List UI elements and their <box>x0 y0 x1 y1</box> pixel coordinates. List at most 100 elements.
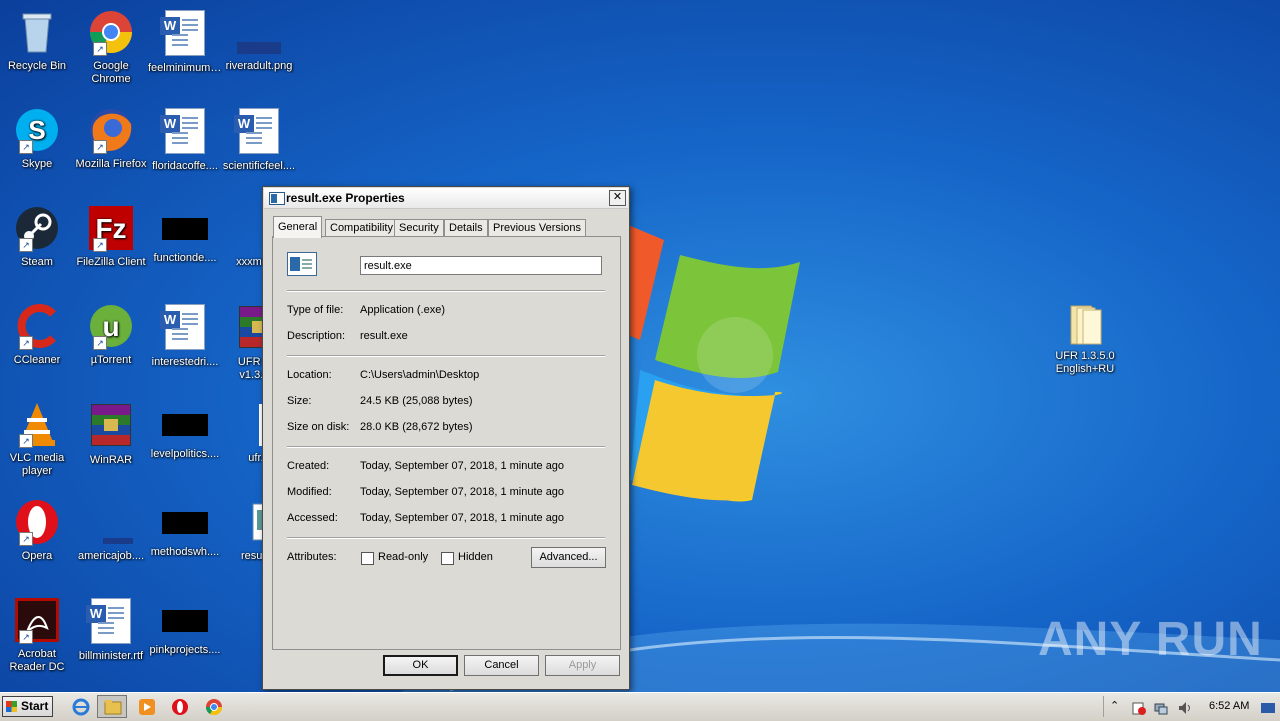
hidden-checkbox[interactable] <box>441 552 454 565</box>
tab-security[interactable]: Security <box>394 219 444 237</box>
file-icon <box>162 512 208 534</box>
desktop-icon-steam[interactable]: ↗ Steam <box>0 204 74 269</box>
accessed-value: Today, September 07, 2018, 1 minute ago <box>360 512 565 524</box>
desktop-icon-levelpolitics[interactable]: levelpolitics.... <box>148 400 222 461</box>
modified-value: Today, September 07, 2018, 1 minute ago <box>360 486 565 498</box>
opera-icon[interactable] <box>171 698 189 716</box>
hidden-label[interactable]: Hidden <box>458 551 493 563</box>
ok-button[interactable]: OK <box>383 655 458 676</box>
desktop-icon-ufr-folder[interactable]: UFR 1.3.5.0 English+RU <box>1048 298 1122 376</box>
desktop-icon-skype[interactable]: S ↗ Skype <box>0 106 74 171</box>
desktop-icon-google-chrome[interactable]: ↗ Google Chrome <box>74 8 148 86</box>
size-label: Size: <box>287 395 312 407</box>
readonly-checkbox[interactable] <box>361 552 374 565</box>
properties-dialog: result.exe Properties ✕ General Compatib… <box>262 186 630 690</box>
start-button[interactable]: Start <box>2 696 53 717</box>
file-type-icon <box>287 252 317 276</box>
readonly-label[interactable]: Read-only <box>378 551 428 563</box>
tab-compatibility[interactable]: Compatibility <box>325 219 398 237</box>
desktop-icon-billminister[interactable]: W billminister.rtf <box>74 596 148 663</box>
desktop-icon-methodswh[interactable]: methodswh.... <box>148 498 222 559</box>
desktop-icon-opera[interactable]: ↗ Opera <box>0 498 74 563</box>
general-tab-panel: Type of file: Application (.exe) Descrip… <box>272 236 621 650</box>
volume-icon[interactable] <box>1178 701 1192 715</box>
show-hidden-icons-icon[interactable]: ⌃ <box>1110 699 1124 713</box>
desktop-icon-pinkprojects[interactable]: pinkprojects.... <box>148 596 222 657</box>
shortcut-arrow-icon: ↗ <box>19 238 33 252</box>
desktop-icon-label: americajob.... <box>77 550 145 562</box>
png-file-icon <box>235 8 283 56</box>
ie-icon[interactable] <box>72 698 90 716</box>
tab-general[interactable]: General <box>273 216 323 238</box>
desktop-icon-winrar[interactable]: WinRAR <box>74 400 148 467</box>
desktop-icon-label: floridacoffe.... <box>152 160 218 172</box>
desktop-icon-firefox[interactable]: ↗ Mozilla Firefox <box>74 106 148 171</box>
desktop-icon-label: µTorrent <box>90 354 132 366</box>
desktop-icon-filezilla[interactable]: Fz ↗ FileZilla Client <box>74 204 148 269</box>
cancel-button[interactable]: Cancel <box>464 655 539 676</box>
desktop-icon-label: methodswh.... <box>150 546 220 558</box>
desktop-icon-label: scientificfeel.... <box>222 160 296 172</box>
modified-label: Modified: <box>287 486 332 498</box>
desktop-icon-label: interestedri.... <box>151 356 219 368</box>
desktop-icon-label: Recycle Bin <box>7 60 67 72</box>
word-doc-icon: W <box>160 304 205 350</box>
chrome-icon[interactable] <box>205 698 223 716</box>
shortcut-arrow-icon: ↗ <box>19 532 33 546</box>
divider <box>287 290 605 292</box>
apply-button[interactable]: Apply <box>545 655 620 676</box>
desktop-icon-label: Opera <box>21 550 53 562</box>
ccleaner-icon: ↗ <box>13 302 61 350</box>
desktop-icon-scientificfeel[interactable]: W scientificfeel.... <box>222 106 296 173</box>
clock[interactable]: 6:52 AM <box>1209 700 1249 712</box>
desktop-icon-interestedri[interactable]: W interestedri.... <box>148 302 222 369</box>
anyrun-watermark: ANY RUN <box>1038 613 1263 666</box>
skype-icon: S ↗ <box>13 106 61 154</box>
desktop-icon-label: billminister.rtf <box>78 650 144 662</box>
desktop-icon-label: UFR 1.3.5.0 English+RU <box>1055 350 1115 375</box>
created-label: Created: <box>287 460 330 472</box>
desktop-icon-label: pinkprojects.... <box>149 644 221 656</box>
desktop-icon-floridacoffe[interactable]: W floridacoffe.... <box>148 106 222 173</box>
word-doc-icon: W <box>86 598 131 644</box>
show-desktop-icon[interactable] <box>1261 701 1275 715</box>
desktop-icon-label: FileZilla Client <box>76 256 146 268</box>
tab-details[interactable]: Details <box>444 219 488 237</box>
desktop-icon-label: Google Chrome <box>91 60 131 85</box>
shortcut-arrow-icon: ↗ <box>93 336 107 350</box>
location-value: C:\Users\admin\Desktop <box>360 369 480 381</box>
shortcut-arrow-icon: ↗ <box>93 42 107 56</box>
desktop-icon-label: Mozilla Firefox <box>75 158 147 170</box>
shortcut-arrow-icon: ↗ <box>19 434 33 448</box>
steam-icon: ↗ <box>13 204 61 252</box>
desktop-icon-riveradult[interactable]: riveradult.png <box>222 8 296 73</box>
tab-previous-versions[interactable]: Previous Versions <box>488 219 587 237</box>
media-player-icon[interactable] <box>138 698 156 716</box>
desktop-icon-label: Acrobat Reader DC <box>9 648 65 673</box>
file-icon <box>162 218 208 240</box>
close-button[interactable]: ✕ <box>609 190 626 206</box>
network-icon[interactable] <box>1154 701 1168 715</box>
desktop-icon-label: Skype <box>21 158 53 170</box>
shortcut-arrow-icon: ↗ <box>19 140 33 154</box>
desktop-icon-label: CCleaner <box>13 354 61 366</box>
size-value: 24.5 KB (25,088 bytes) <box>360 395 473 407</box>
firefox-icon: ↗ <box>87 106 135 154</box>
taskbar: Start ⌃ 6:52 AM <box>0 692 1280 721</box>
desktop-icon-label: feelminimum.... <box>148 62 222 74</box>
desktop-icon-label: riveradult.png <box>225 60 293 72</box>
dialog-titlebar[interactable]: result.exe Properties ✕ <box>264 188 628 209</box>
desktop-icon-americajob[interactable]: americajob.... <box>74 498 148 563</box>
desktop-icon-feelminimum[interactable]: W feelminimum.... <box>148 8 222 75</box>
desktop-icon-functionde[interactable]: functionde.... <box>148 204 222 265</box>
action-center-icon[interactable] <box>1132 701 1146 715</box>
desktop-icon-vlc[interactable]: ↗ VLC media player <box>0 400 74 478</box>
desktop-icon-utorrent[interactable]: u ↗ µTorrent <box>74 302 148 367</box>
desktop-icon-ccleaner[interactable]: ↗ CCleaner <box>0 302 74 367</box>
desktop-icon-acrobat[interactable]: ↗ Acrobat Reader DC <box>0 596 74 674</box>
file-icon <box>162 610 208 632</box>
filename-input[interactable] <box>360 256 602 275</box>
advanced-button[interactable]: Advanced... <box>531 547 606 568</box>
explorer-icon[interactable] <box>104 698 122 716</box>
desktop-icon-recycle-bin[interactable]: Recycle Bin <box>0 8 74 73</box>
